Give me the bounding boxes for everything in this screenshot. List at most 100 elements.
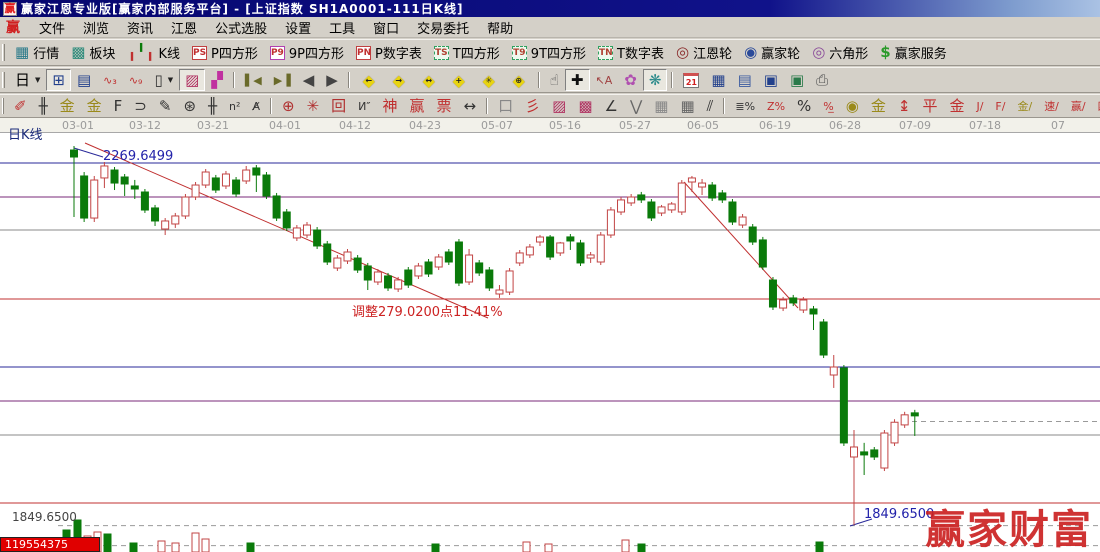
percent-line-button[interactable]: %̲ [817,95,839,117]
menu-item-8[interactable]: 交易委托 [408,16,478,39]
btn-badge-PS-p[interactable]: PSP四方形 [186,42,264,64]
diamond-expand-button[interactable]: ◆↔ [414,69,444,91]
candle-75[interactable] [830,367,837,375]
candle-18[interactable] [253,168,260,175]
gold-lines-button[interactable]: 金 [865,95,892,117]
candle-14[interactable] [212,178,219,190]
time-grid-button[interactable]: ╫ [202,95,223,117]
candle-32[interactable] [395,280,402,289]
goto-last-button[interactable]: ▶▐ [268,69,297,91]
box-x-button[interactable]: ▨ [546,95,572,117]
candle-80[interactable] [881,433,888,468]
candle-12[interactable] [192,185,199,197]
candle-71[interactable] [790,298,797,303]
box-tool-button[interactable]: 口 [492,95,519,117]
candle-8[interactable] [152,208,159,221]
grid-arrow-button[interactable]: ▦ [674,95,700,117]
candle-74[interactable] [820,322,827,355]
goto-first-button[interactable]: ▌◀ [239,69,268,91]
candle-64[interactable] [719,193,726,200]
crosshair-button[interactable]: ✚ [565,69,590,91]
btn-winner-wheel[interactable]: ◉赢家轮 [738,42,806,64]
candle-5[interactable] [121,177,128,184]
candle-4[interactable] [111,170,118,183]
gold-angle-button[interactable]: 金/ [1011,95,1038,117]
spiral-button[interactable]: ⊃ [128,95,153,117]
diamond-target-button[interactable]: ◆⊕ [504,69,534,91]
candle-10[interactable] [172,216,179,224]
toolbar-grip[interactable] [2,44,5,62]
btn-gann-wheel[interactable]: ◎江恩轮 [670,42,738,64]
candle-22[interactable] [293,228,300,238]
square-spiral-button[interactable]: 回 [325,95,352,117]
btn-service[interactable]: $赢家服务 [874,42,952,64]
candle-63[interactable] [709,185,716,198]
btn-blocks[interactable]: ▩板块 [65,42,121,64]
wave-count-button[interactable]: И″ [352,95,376,117]
candle-34[interactable] [415,266,422,276]
candle-2[interactable] [91,180,98,218]
candle-69[interactable] [769,280,776,307]
candle-51[interactable] [587,255,594,258]
gann-star-button[interactable]: ✳ [301,95,326,117]
candle-28[interactable] [354,258,361,270]
speed-angle-button[interactable]: 速/ [1038,95,1065,117]
candlestick-plot[interactable] [0,133,1100,552]
ray-fan-button[interactable]: 彡 [519,95,546,117]
btn-hexagon[interactable]: ◎六角形 [806,42,874,64]
candle-77[interactable] [851,447,858,457]
candle-70[interactable] [780,300,787,308]
toolbar-grip[interactable] [2,98,4,113]
candle-23[interactable] [303,225,310,235]
candle-31[interactable] [385,276,392,288]
wave-3-button[interactable]: ∿₃ [97,69,123,91]
diamond-left-button[interactable]: ◆← [354,69,384,91]
candle-26[interactable] [334,258,341,268]
candle-73[interactable] [810,309,817,314]
width-adjust-button[interactable]: ↔ [458,95,483,117]
candle-50[interactable] [577,243,584,263]
price-pen-button[interactable]: ↨ [892,95,917,117]
menu-item-9[interactable]: 帮助 [478,16,522,39]
candle-7[interactable] [141,192,148,210]
calendar-21-button[interactable]: 21 [677,69,705,91]
diamond-right-button[interactable]: ◆→ [384,69,414,91]
candle-13[interactable] [202,172,209,185]
candle-54[interactable] [618,200,625,212]
candle-57[interactable] [648,202,655,218]
candle-58[interactable] [658,207,665,213]
candle-65[interactable] [729,202,736,222]
printer-button[interactable]: ⎙ [810,69,834,91]
circle-3-button[interactable]: ⊛ [177,95,202,117]
candle-52[interactable] [597,235,604,262]
candle-38[interactable] [455,242,462,283]
candle-61[interactable] [688,178,695,182]
candle-41[interactable] [486,270,493,288]
candle-62[interactable] [699,183,706,187]
menu-item-3[interactable]: 江恩 [162,16,206,39]
candle-27[interactable] [344,252,351,261]
candle-42[interactable] [496,290,503,294]
btn-badge-TN-t[interactable]: TNT数字表 [592,42,670,64]
candle-0[interactable] [71,150,78,157]
btn-quotes[interactable]: ▦行情 [9,42,65,64]
candle-46[interactable] [536,237,543,242]
btn-badge-P9-p9[interactable]: P99P四方形 [264,42,350,64]
candle-53[interactable] [607,210,614,235]
candle-15[interactable] [222,174,229,186]
candle-68[interactable] [759,240,766,267]
candle-78[interactable] [861,452,868,455]
color-chart-button[interactable]: ▞ [205,69,229,91]
candle-48[interactable] [557,243,564,253]
menu-item-2[interactable]: 资讯 [118,16,162,39]
candle-30[interactable] [374,272,381,282]
brain-tool-button[interactable]: ❋ [643,69,668,91]
hand-tool-button[interactable]: ☝ [544,69,565,91]
candle-76[interactable] [840,368,847,443]
gold-grid-1-button[interactable]: 金 [54,95,81,117]
candle-55[interactable] [628,197,635,203]
toolbar-grip[interactable] [2,72,5,89]
candle-60[interactable] [678,183,685,212]
candle-20[interactable] [273,196,280,218]
btn-badge-TS-t[interactable]: TST四方形 [428,42,506,64]
